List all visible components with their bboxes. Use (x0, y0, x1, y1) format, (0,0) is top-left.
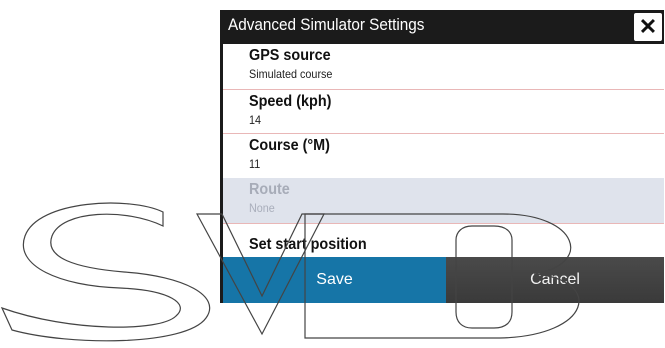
setting-speed[interactable]: Speed (kph) 14 (223, 89, 664, 133)
save-button[interactable]: Save (223, 257, 446, 303)
dialog-footer: Save Cancel (223, 257, 664, 303)
dialog-title: Advanced Simulator Settings (228, 15, 425, 34)
setting-value: None (249, 201, 275, 215)
setting-route: Route None (223, 177, 664, 223)
cancel-button[interactable]: Cancel (446, 257, 664, 303)
setting-value: 11 (249, 157, 261, 171)
watermark-letter-s (0, 202, 211, 342)
settings-list: GPS source Simulated course Speed (kph) … (223, 44, 664, 267)
setting-value: 14 (249, 113, 262, 127)
setting-label: Speed (kph) (249, 93, 332, 110)
setting-gps-source[interactable]: GPS source Simulated course (223, 44, 664, 89)
setting-label: GPS source (249, 47, 331, 64)
close-icon[interactable]: ✕ (634, 13, 662, 41)
setting-value: Simulated course (249, 67, 333, 81)
setting-label: Set start position (249, 236, 367, 253)
setting-label: Course (°M) (249, 137, 330, 154)
screen: Advanced Simulator Settings ✕ GPS source… (0, 0, 665, 348)
dialog-title-bar: Advanced Simulator Settings ✕ (220, 10, 664, 44)
advanced-simulator-settings-dialog: Advanced Simulator Settings ✕ GPS source… (220, 10, 664, 303)
setting-label: Route (249, 181, 290, 198)
setting-course[interactable]: Course (°M) 11 (223, 133, 664, 177)
